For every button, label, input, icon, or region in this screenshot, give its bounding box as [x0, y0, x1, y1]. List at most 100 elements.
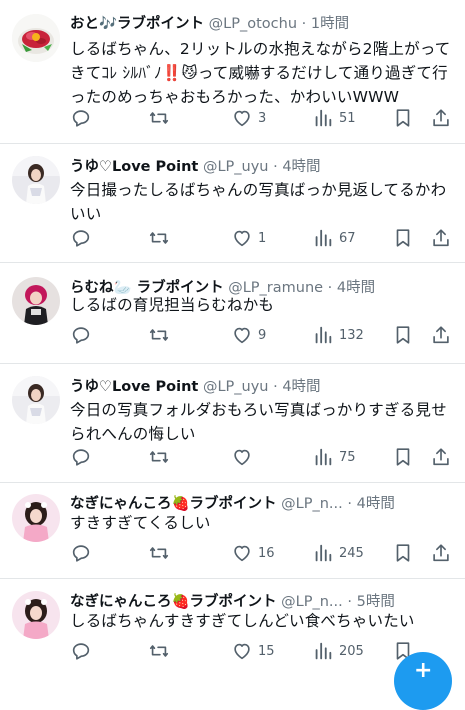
- bookmark-icon: [396, 326, 410, 344]
- reply-button[interactable]: [70, 444, 97, 470]
- like-count: 16: [258, 545, 275, 561]
- avatar[interactable]: [12, 156, 60, 204]
- share-button[interactable]: [430, 225, 452, 251]
- tweet[interactable]: なぎにゃんころ🍓ラブポイント @LP_n... · 5時間 しるばちゃんすきすぎ…: [0, 579, 465, 680]
- like-button[interactable]: 16: [231, 540, 275, 566]
- action-bar: 9 132: [68, 322, 457, 348]
- tweet-text: 今日撮ったしるばちゃんの写真ばっか見返してるかわいい: [70, 181, 447, 223]
- view-count: 205: [339, 643, 364, 659]
- views-icon: [315, 448, 332, 466]
- like-button[interactable]: 1: [231, 225, 266, 251]
- like-button[interactable]: 9: [231, 322, 266, 348]
- share-button[interactable]: [430, 540, 452, 566]
- bookmark-icon: [396, 544, 410, 562]
- bookmark-button[interactable]: [392, 225, 414, 251]
- views-button[interactable]: 51: [312, 105, 356, 131]
- view-count: 245: [339, 545, 364, 561]
- views-button[interactable]: 132: [312, 322, 364, 348]
- views-icon: [315, 642, 332, 660]
- tweet-text: 今日の写真フォルダおもろい写真ばっかりすぎる見せられへんの悔しい: [70, 401, 447, 443]
- share-icon: [433, 229, 449, 247]
- retweet-button[interactable]: [148, 322, 175, 348]
- views-button[interactable]: 75: [312, 444, 356, 470]
- bookmark-button[interactable]: [392, 540, 414, 566]
- share-icon: [433, 544, 449, 562]
- share-button[interactable]: [430, 444, 452, 470]
- view-count: 67: [339, 230, 356, 246]
- reply-icon: [72, 110, 90, 127]
- retweet-button[interactable]: [148, 105, 175, 131]
- reply-button[interactable]: [70, 638, 97, 664]
- reply-icon: [72, 545, 90, 562]
- view-count: 75: [339, 449, 356, 465]
- handle-and-time[interactable]: @LP_uyu · 4時間: [203, 379, 321, 395]
- tweet-text: しるばちゃん、2リットルの水抱えながら2階上がってきてｺﾚ ｼﾙﾊﾞﾉ‼️😼って…: [70, 40, 451, 106]
- retweet-icon: [149, 451, 169, 463]
- reply-button[interactable]: [70, 322, 97, 348]
- action-bar: 15 205: [68, 638, 457, 664]
- views-button[interactable]: 67: [312, 225, 356, 251]
- compose-button[interactable]: +: [394, 652, 452, 710]
- display-name[interactable]: おと🎶ラブポイント: [70, 16, 204, 32]
- retweet-button[interactable]: [148, 225, 175, 251]
- bookmark-button[interactable]: [392, 105, 414, 131]
- handle-and-time[interactable]: @LP_n... · 4時間: [281, 496, 395, 512]
- tweet[interactable]: うゆ♡Love Point @LP_uyu · 4時間 今日撮ったしるばちゃんの…: [0, 144, 465, 262]
- tweet-text: しるばの育児担当らむねかも: [70, 296, 275, 314]
- retweet-icon: [149, 645, 169, 657]
- display-name[interactable]: なぎにゃんころ🍓ラブポイント: [70, 496, 277, 512]
- views-icon: [315, 326, 332, 344]
- avatar[interactable]: [12, 277, 60, 325]
- bookmark-button[interactable]: [392, 444, 414, 470]
- retweet-icon: [149, 547, 169, 559]
- tweet[interactable]: うゆ♡Love Point @LP_uyu · 4時間 今日の写真フォルダおもろ…: [0, 364, 465, 482]
- heart-icon: [234, 327, 250, 344]
- view-count: 132: [339, 327, 364, 343]
- views-button[interactable]: 205: [312, 638, 364, 664]
- views-button[interactable]: 245: [312, 540, 364, 566]
- reply-button[interactable]: [70, 225, 97, 251]
- share-button[interactable]: [430, 322, 452, 348]
- retweet-button[interactable]: [148, 444, 175, 470]
- reply-button[interactable]: [70, 105, 97, 131]
- share-icon: [433, 326, 449, 344]
- like-button[interactable]: [231, 444, 258, 470]
- avatar[interactable]: [12, 376, 60, 424]
- tweet[interactable]: らむね🦢 ラブポイント @LP_ramune · 4時間 しるばの育児担当らむね…: [0, 263, 465, 363]
- share-icon: [433, 109, 449, 127]
- action-bar: 1 67: [68, 225, 457, 251]
- action-bar: 75: [68, 444, 457, 470]
- handle-and-time[interactable]: @LP_otochu · 1時間: [209, 16, 349, 32]
- handle-and-time[interactable]: @LP_uyu · 4時間: [203, 159, 321, 175]
- heart-icon: [234, 110, 250, 127]
- avatar[interactable]: [12, 14, 60, 62]
- retweet-icon: [149, 329, 169, 341]
- plus-icon: +: [414, 658, 433, 683]
- bookmark-button[interactable]: [392, 322, 414, 348]
- avatar[interactable]: [12, 591, 60, 639]
- bookmark-icon: [396, 448, 410, 466]
- heart-icon: [234, 545, 250, 562]
- reply-button[interactable]: [70, 540, 97, 566]
- tweet-text: すきすぎてくるしい: [70, 514, 211, 532]
- share-button[interactable]: [430, 105, 452, 131]
- retweet-button[interactable]: [148, 638, 175, 664]
- bookmark-icon: [396, 109, 410, 127]
- like-button[interactable]: 3: [231, 105, 266, 131]
- view-count: 51: [339, 110, 356, 126]
- handle-and-time[interactable]: @LP_n... · 5時間: [281, 594, 395, 610]
- views-icon: [315, 109, 332, 127]
- retweet-button[interactable]: [148, 540, 175, 566]
- display-name[interactable]: うゆ♡Love Point: [70, 379, 198, 395]
- tweet[interactable]: なぎにゃんころ🍓ラブポイント @LP_n... · 4時間 すきすぎてくるしい …: [0, 483, 465, 578]
- like-button[interactable]: 15: [231, 638, 275, 664]
- share-icon: [433, 448, 449, 466]
- like-count: 15: [258, 643, 275, 659]
- avatar[interactable]: [12, 494, 60, 542]
- bookmark-icon: [396, 229, 410, 247]
- tweet[interactable]: おと🎶ラブポイント @LP_otochu · 1時間 しるばちゃん、2リットルの…: [0, 0, 465, 143]
- display-name[interactable]: うゆ♡Love Point: [70, 159, 198, 175]
- heart-icon: [234, 230, 250, 247]
- reply-icon: [72, 449, 90, 466]
- display-name[interactable]: なぎにゃんころ🍓ラブポイント: [70, 594, 277, 610]
